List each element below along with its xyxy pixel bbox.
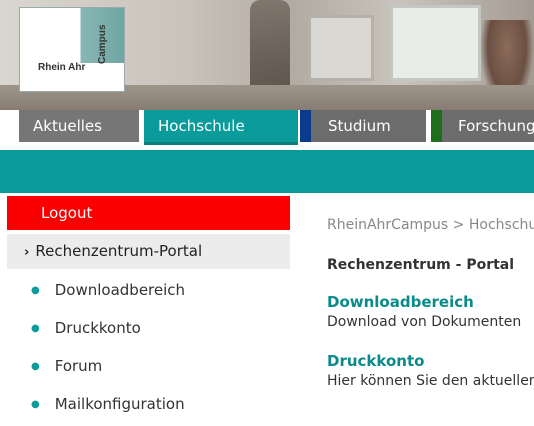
chevron-right-icon: › xyxy=(24,245,30,260)
section-description: Download von Dokumenten xyxy=(327,314,522,330)
header-photo-monitor xyxy=(390,5,481,81)
logo-text: Rhein Ahr xyxy=(38,62,86,73)
sidebar-item-label: Forum xyxy=(54,357,103,375)
bullet-icon: ● xyxy=(31,323,40,334)
tab-label: Studium xyxy=(328,117,391,135)
section-description: Hier können Sie den aktuellen xyxy=(327,373,534,389)
tab-color-mark xyxy=(300,110,311,142)
sidebar-item-label: Mailkonfiguration xyxy=(54,395,185,413)
subnav-bar xyxy=(0,150,534,193)
sidebar-item-forum[interactable]: ● Forum xyxy=(7,347,290,385)
logo-band xyxy=(20,8,124,63)
tab-hochschule[interactable]: Hochschule xyxy=(144,110,298,145)
sidebar-item-label: Downloadbereich xyxy=(54,281,186,299)
section-link-druckkonto[interactable]: Druckkonto xyxy=(327,352,534,370)
bullet-icon: ● xyxy=(31,285,40,296)
sidebar-item-downloadbereich[interactable]: ● Downloadbereich xyxy=(7,271,290,309)
bullet-icon: ● xyxy=(31,399,40,410)
main-content: RheinAhrCampus > Hochschule Rechenzentru… xyxy=(327,217,534,389)
header-banner: Rhein Ahr Campus xyxy=(0,0,534,110)
tab-label: Aktuelles xyxy=(33,117,102,135)
tab-color-mark xyxy=(431,110,442,142)
section-link-downloadbereich[interactable]: Downloadbereich xyxy=(327,293,534,311)
breadcrumb[interactable]: RheinAhrCampus > Hochschule xyxy=(327,217,534,239)
page-title: Rechenzentrum - Portal xyxy=(327,257,515,273)
site-logo[interactable]: Rhein Ahr Campus xyxy=(19,7,125,92)
main-tabs: Aktuelles Hochschule Studium Forschung xyxy=(0,110,534,148)
tab-label: Hochschule xyxy=(158,117,245,135)
tab-forschung[interactable]: Forschung xyxy=(431,110,534,142)
sidebar-item-label: Druckkonto xyxy=(54,319,141,337)
sidebar-item-mailkonfiguration[interactable]: ● Mailkonfiguration xyxy=(7,385,290,423)
bullet-icon: ● xyxy=(31,361,40,372)
tab-studium[interactable]: Studium xyxy=(300,110,426,142)
sidebar-item-label: Rechenzentrum-Portal xyxy=(35,242,203,260)
sidebar-item-rechenzentrum-portal[interactable]: › Rechenzentrum-Portal xyxy=(7,234,290,269)
header-photo-monitor xyxy=(308,15,374,81)
logo-vertical-text: Campus xyxy=(97,24,108,64)
tab-label: Forschung xyxy=(458,117,534,135)
sidebar: Logout › Rechenzentrum-Portal ● Downloadbe… xyxy=(7,196,290,423)
sidebar-item-druckkonto[interactable]: ● Druckkonto xyxy=(7,309,290,347)
logout-button[interactable]: Logout xyxy=(7,196,290,230)
tab-aktuelles[interactable]: Aktuelles xyxy=(19,110,139,142)
